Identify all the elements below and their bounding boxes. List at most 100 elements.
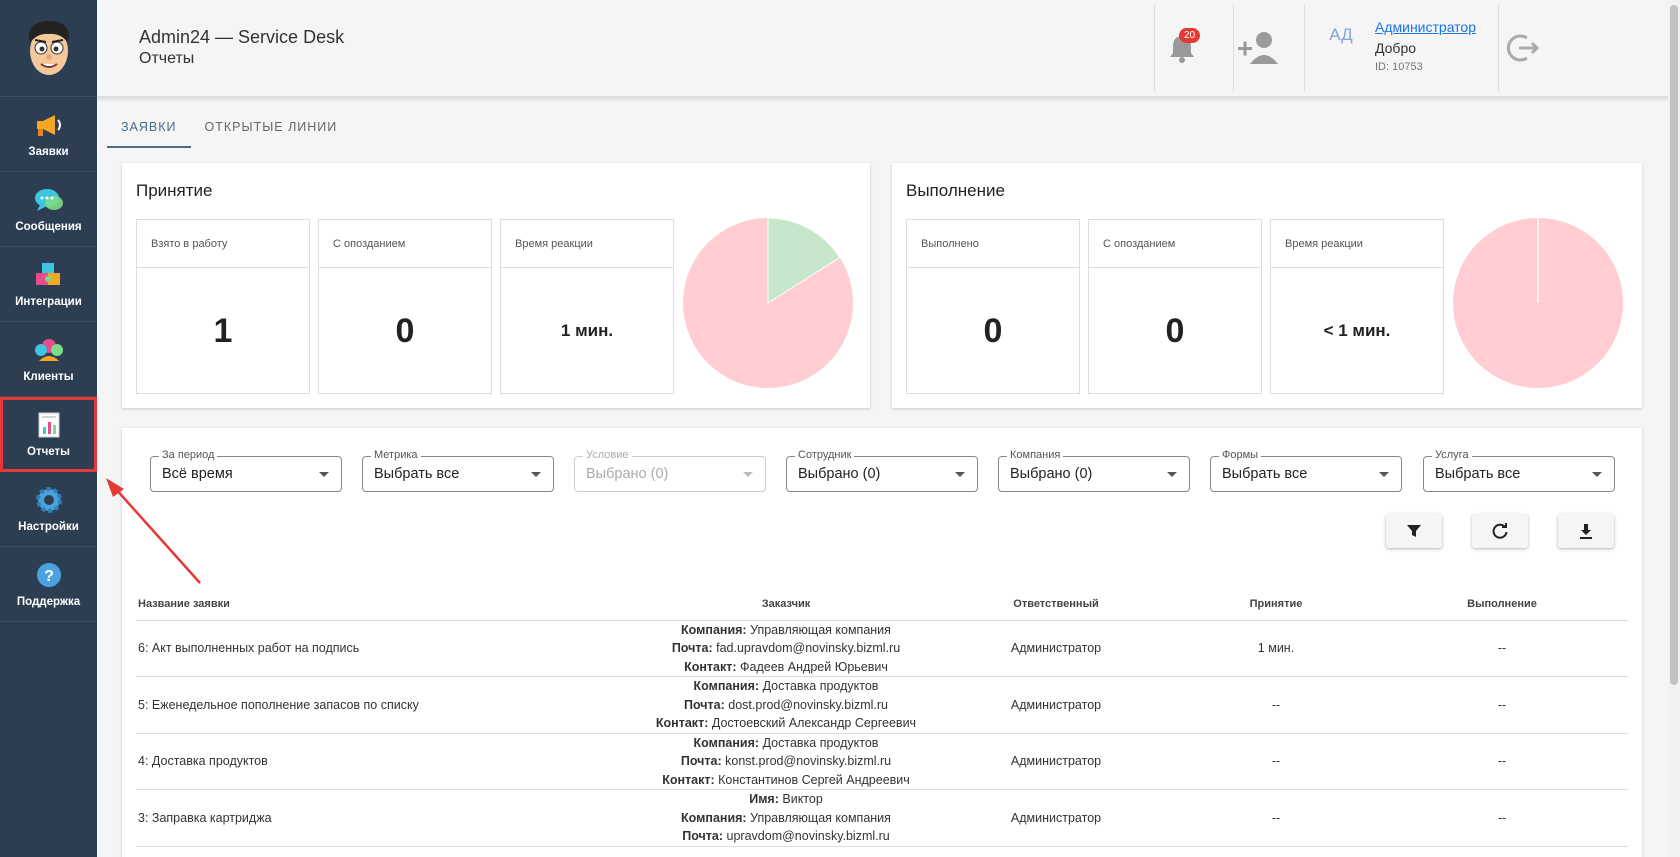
- stat-value: 0: [395, 311, 415, 350]
- sidebar-item-label: Настройки: [18, 521, 79, 533]
- caret-down-icon: [743, 472, 753, 477]
- select-value: Выбрать все: [374, 466, 460, 482]
- customer-line: Компания: Доставка продуктов: [636, 677, 936, 696]
- sidebar-item-label: Поддержка: [16, 596, 81, 608]
- header-divider: [1498, 4, 1499, 92]
- column-header[interactable]: Выполнение: [1376, 588, 1628, 621]
- notification-badge: 20: [1179, 28, 1201, 43]
- stat-label: Время реакции: [1271, 220, 1443, 268]
- customer-line: Почта: upravdom@novinsky.bizml.ru: [636, 827, 936, 846]
- refresh-icon: [1492, 523, 1508, 539]
- sidebar-item-settings[interactable]: Настройки: [0, 472, 97, 547]
- customer-line: Компания: Управляющая компания: [636, 809, 936, 828]
- column-header[interactable]: Ответственный: [936, 588, 1176, 621]
- select-label: Компания: [1007, 449, 1064, 461]
- sidebar-item-clients[interactable]: Клиенты: [0, 322, 97, 397]
- add-user-icon[interactable]: [1236, 30, 1280, 66]
- customer-field-label: Компания:: [693, 735, 760, 750]
- customer-field-value: Доставка продуктов: [762, 735, 879, 750]
- report-table-card: За период Всё время Метрика Выбрать все …: [122, 428, 1642, 857]
- header-divider: [1154, 4, 1155, 92]
- table-row[interactable]: 4: Доставка продуктов Компания: Доставка …: [136, 733, 1628, 790]
- filter-button[interactable]: [1386, 514, 1442, 548]
- customer-field-value: dost.prod@novinsky.bizml.ru: [728, 697, 889, 712]
- condition-select: Условие Выбрано (0): [574, 449, 766, 492]
- company-select[interactable]: Компания Выбрано (0): [998, 449, 1190, 492]
- table-header-row: Название заявки Заказчик Ответственный П…: [136, 588, 1628, 621]
- column-header[interactable]: Принятие: [1176, 588, 1376, 621]
- table-row[interactable]: 3: Заправка картриджа Имя: Виктор Компания…: [136, 789, 1628, 847]
- sidebar: Заявки Сообщения Интеграции Клиенты Отче…: [0, 0, 97, 857]
- user-name-link[interactable]: Администратор: [1375, 19, 1476, 35]
- report-tabs: ЗАЯВКИ ОТКРЫТЫЕ ЛИНИИ: [107, 112, 351, 150]
- app-logo[interactable]: [0, 0, 97, 97]
- request-name: 5: Еженедельное пополнение запасов по сп…: [136, 676, 636, 734]
- customer-field-value: upravdom@novinsky.bizml.ru: [726, 829, 890, 843]
- stat-label: Выполнено: [907, 220, 1079, 268]
- customer-line: Имя: Виктор: [636, 790, 936, 809]
- svg-text:?: ?: [44, 568, 54, 585]
- select-value: Выбрать все: [1435, 466, 1521, 482]
- sidebar-item-requests[interactable]: Заявки: [0, 97, 97, 172]
- caret-down-icon: [1379, 472, 1389, 477]
- sidebar-item-integrations[interactable]: Интеграции: [0, 247, 97, 322]
- select-value: Выбрать все: [1222, 466, 1308, 482]
- stat-value: 0: [983, 311, 1003, 350]
- period-select[interactable]: За период Всё время: [150, 449, 342, 492]
- column-header[interactable]: Название заявки: [136, 588, 636, 621]
- sidebar-item-messages[interactable]: Сообщения: [0, 172, 97, 247]
- customer-cell: Компания: Управляющая компания Почта: fad…: [636, 620, 936, 677]
- page-scrollbar[interactable]: [1668, 0, 1680, 857]
- customer-field-value: Константинов Сергей Андреевич: [718, 772, 910, 787]
- customer-field-label: Почта:: [683, 697, 725, 712]
- tab-open-lines[interactable]: ОТКРЫТЫЕ ЛИНИИ: [191, 112, 352, 148]
- employee-select[interactable]: Сотрудник Выбрано (0): [786, 449, 978, 492]
- avatar[interactable]: АД: [1322, 20, 1360, 50]
- customer-field-label: Почта:: [680, 754, 722, 768]
- gear-icon: [34, 485, 64, 515]
- logout-icon[interactable]: [1503, 28, 1543, 68]
- column-header[interactable]: Заказчик: [636, 588, 936, 621]
- customer-line: Контакт: Фадеев Андрей Юрьевич: [636, 658, 936, 677]
- select-value: Всё время: [162, 466, 233, 482]
- stat-label: С опозданием: [319, 220, 491, 268]
- stat-reaction: Время реакции < 1 мин.: [1270, 219, 1444, 394]
- megaphone-icon: [34, 110, 64, 140]
- forms-select[interactable]: Формы Выбрать все: [1210, 449, 1402, 492]
- scrollbar-thumb[interactable]: [1670, 5, 1678, 685]
- sidebar-item-label: Клиенты: [23, 371, 74, 383]
- completion-card: Выполнение Выполнено 0 С опозданием 0 Вр…: [892, 163, 1642, 408]
- stat-late: С опозданием 0: [1088, 219, 1262, 394]
- customer-line: Почта: konst.prod@novinsky.bizml.ru: [636, 752, 936, 771]
- page-title: Отчеты: [139, 50, 195, 67]
- caret-down-icon: [955, 472, 965, 477]
- table-row[interactable]: 6: Акт выполненных работ на подпись Компа…: [136, 620, 1628, 677]
- stat-label: Взято в работу: [137, 220, 309, 268]
- metric-select[interactable]: Метрика Выбрать все: [362, 449, 554, 492]
- customer-field-value: Доставка продуктов: [762, 679, 879, 693]
- requests-table: Название заявки Заказчик Ответственный П…: [136, 588, 1628, 847]
- customer-field-value: Достоевский Александр Сергеевич: [711, 716, 917, 730]
- refresh-button[interactable]: [1472, 514, 1528, 548]
- responsible-cell: Администратор: [936, 676, 1176, 734]
- completion-cell: --: [1376, 620, 1628, 677]
- users-group-icon: [34, 335, 64, 365]
- completion-cell: --: [1376, 676, 1628, 734]
- table-row[interactable]: 5: Еженедельное пополнение запасов по сп…: [136, 676, 1628, 734]
- sidebar-item-support[interactable]: ? Поддержка: [0, 547, 97, 622]
- sidebar-item-reports[interactable]: Отчеты: [0, 397, 97, 472]
- customer-cell: Компания: Доставка продуктов Почта: konst…: [636, 733, 936, 790]
- user-id: ID: 10753: [1375, 61, 1423, 73]
- download-button[interactable]: [1558, 514, 1614, 548]
- filter-icon: [1407, 525, 1421, 537]
- stat-value: 0: [1165, 311, 1185, 350]
- completion-cell: --: [1376, 789, 1628, 847]
- sidebar-item-label: Отчеты: [27, 446, 70, 458]
- puzzle-icon: [34, 260, 64, 290]
- service-select[interactable]: Услуга Выбрать все: [1423, 449, 1615, 492]
- sidebar-item-label: Интеграции: [15, 296, 82, 308]
- customer-line: Компания: Управляющая компания: [636, 621, 936, 640]
- customer-line: Контакт: Константинов Сергей Андреевич: [636, 771, 936, 790]
- tab-requests[interactable]: ЗАЯВКИ: [107, 112, 191, 148]
- sidebar-item-label: Заявки: [28, 146, 69, 158]
